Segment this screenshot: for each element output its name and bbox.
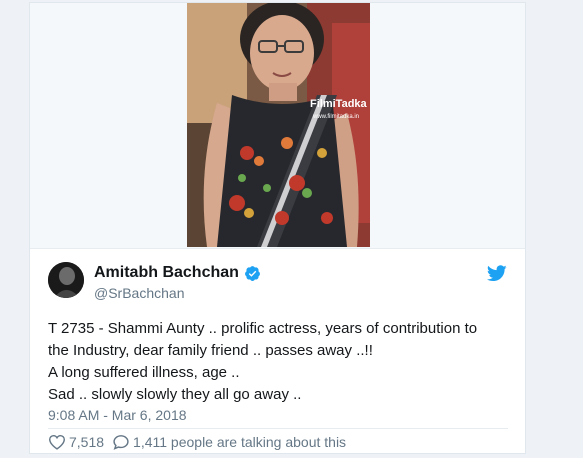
author-display-name[interactable]: Amitabh Bachchan	[94, 264, 239, 282]
tweet-text-line: T 2735 - Shammi Aunty .. prolific actres…	[48, 320, 478, 337]
verified-badge-icon	[244, 265, 260, 281]
svg-text:www.filmitadka.in: www.filmitadka.in	[312, 114, 359, 120]
reply-bubble-icon[interactable]	[112, 434, 130, 450]
tweet-timestamp[interactable]: 9:08 AM - Mar 6, 2018	[48, 407, 187, 423]
twitter-bird-icon[interactable]	[487, 265, 507, 282]
media-divider	[30, 248, 525, 249]
author-name-row[interactable]: Amitabh Bachchan	[94, 264, 261, 282]
talking-about-link[interactable]: 1,411 people are talking about this	[133, 434, 346, 450]
author-handle[interactable]: @SrBachchan	[94, 285, 184, 301]
tweet-text-line: Sad .. slowly slowly they all go away ..	[48, 386, 302, 403]
tweet-actions: 7,518 1,411 people are talking about thi…	[48, 434, 346, 450]
tweet-text: T 2735 - Shammi Aunty .. prolific actres…	[48, 318, 518, 406]
tweet-text-line: the Industry, dear family friend .. pass…	[48, 342, 373, 359]
photo-illustration: FilmiTadka www.filmitadka.in	[187, 3, 370, 247]
footer-divider	[48, 428, 508, 429]
tweet-media[interactable]: FilmiTadka www.filmitadka.in	[30, 3, 525, 248]
avatar-image	[48, 262, 84, 298]
avatar[interactable]	[48, 262, 84, 298]
tweet-embed-card: FilmiTadka www.filmitadka.in Amitabh Bac…	[29, 2, 526, 454]
heart-icon[interactable]	[48, 434, 66, 450]
like-count[interactable]: 7,518	[69, 434, 104, 450]
tweet-photo[interactable]: FilmiTadka www.filmitadka.in	[187, 3, 370, 247]
tweet-text-line: A long suffered illness, age ..	[48, 364, 240, 381]
svg-text:FilmiTadka: FilmiTadka	[310, 98, 368, 110]
